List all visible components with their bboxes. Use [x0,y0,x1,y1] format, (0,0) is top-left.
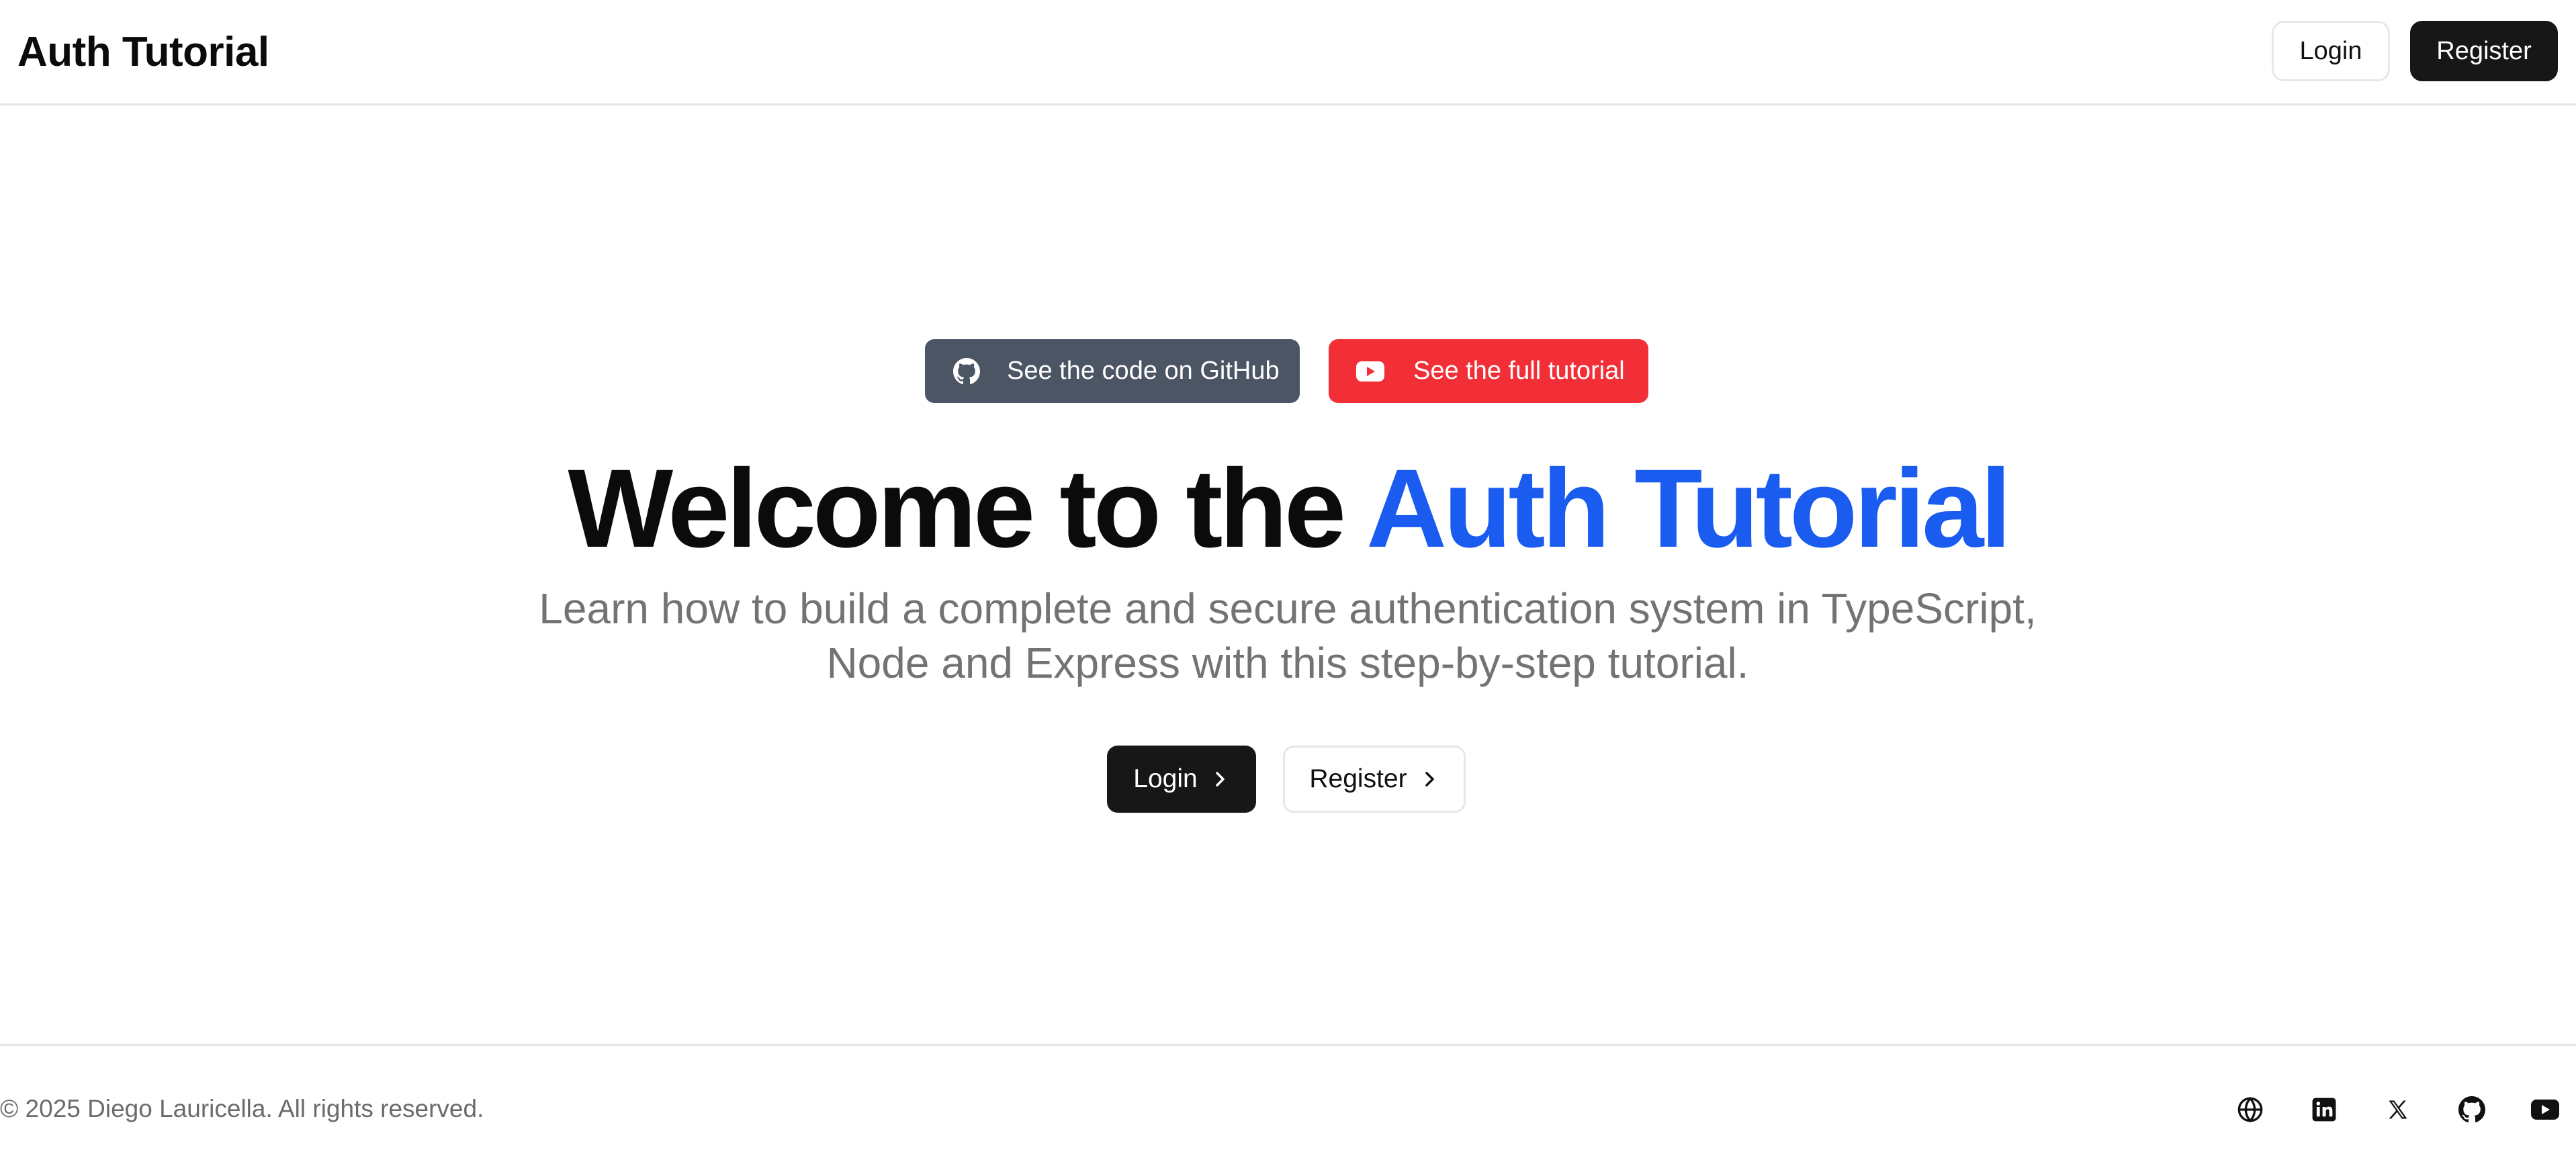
youtube-icon[interactable] [2530,1094,2561,1125]
hero-login-label: Login [1133,764,1198,793]
hero-subtitle-line-1: Learn how to build a complete and secure… [539,584,2037,633]
hero-title: Welcome to the Auth Tutorial [0,449,2576,570]
github-icon[interactable] [2456,1094,2487,1125]
nav-login-button[interactable]: Login [2272,21,2390,81]
page: Auth Tutorial Login Register See the cod… [0,0,2576,1162]
footer-divider [0,1044,2576,1046]
hero-title-plain: Welcome to the [568,447,1367,571]
hero-subtitle: Learn how to build a complete and secure… [482,582,2094,690]
hero-title-accent: Auth Tutorial [1366,447,2011,571]
hero-subtitle-line-2: Node and Express with this step-by-step … [826,639,1749,687]
hero-register-button[interactable]: Register [1283,746,1466,813]
brand-title[interactable]: Auth Tutorial [17,28,269,76]
youtube-icon [1356,357,1385,386]
top-navbar: Auth Tutorial Login Register [0,0,2576,105]
github-code-button-label: See the code on GitHub [1007,357,1280,385]
footer-copyright: © 2025 Diego Lauricella. All rights rese… [0,1095,484,1122]
github-icon [952,357,981,386]
chevron-right-icon [1421,770,1439,789]
youtube-tutorial-button-label: See the full tutorial [1413,357,1625,385]
youtube-tutorial-button[interactable]: See the full tutorial [1329,339,1648,403]
linkedin-icon[interactable] [2309,1094,2340,1125]
hero-login-button[interactable]: Login [1107,746,1256,813]
hero-register-label: Register [1309,764,1407,793]
nav-register-button[interactable]: Register [2410,21,2558,81]
globe-icon[interactable] [2235,1094,2266,1125]
github-code-button[interactable]: See the code on GitHub [925,339,1300,403]
chevron-right-icon [1211,770,1230,789]
x-icon[interactable] [2383,1094,2413,1125]
